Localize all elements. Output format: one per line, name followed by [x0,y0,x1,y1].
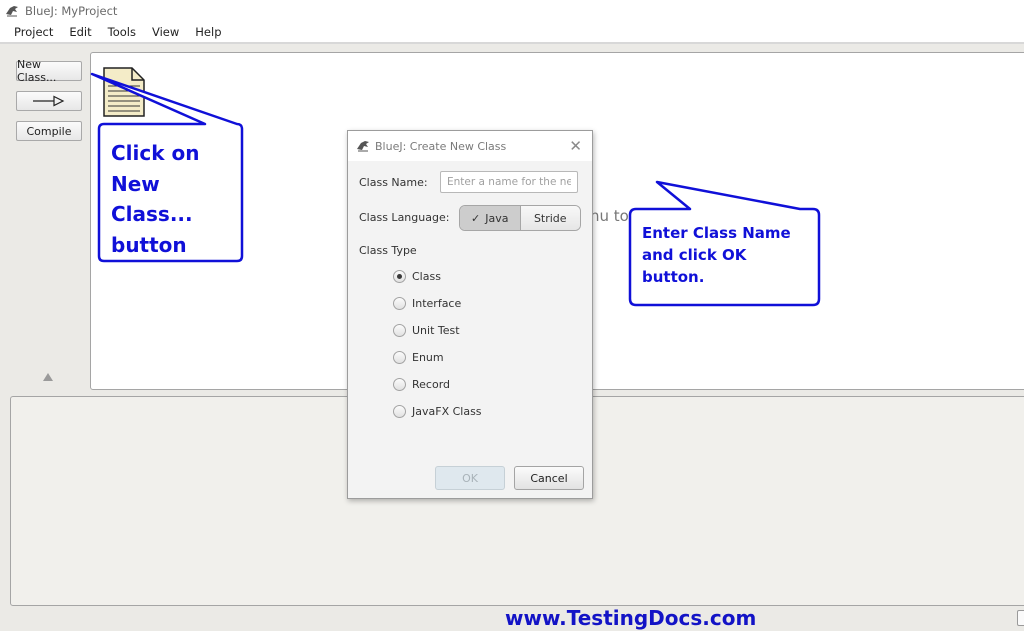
menu-help[interactable]: Help [187,25,229,39]
title-bar: BlueJ: MyProject [0,0,1024,22]
class-type-javafx[interactable]: JavaFX Class [393,405,482,418]
class-name-label: Class Name: [359,176,428,189]
class-type-enum[interactable]: Enum [393,351,444,364]
checkmark-icon: ✓ [471,211,481,225]
left-callout-text: Click on New Class... button [111,141,200,257]
class-language-toggle: ✓ Java Stride [459,205,581,231]
language-stride-option[interactable]: Stride [520,206,580,230]
close-icon[interactable]: ✕ [569,137,582,155]
radio-icon[interactable] [393,405,406,418]
ok-button[interactable]: OK [435,466,505,490]
class-type-record[interactable]: Record [393,378,450,391]
class-name-input[interactable] [440,171,578,193]
class-type-class[interactable]: Class [393,270,441,283]
bluej-bird-icon [5,5,19,17]
new-class-button[interactable]: New Class... [16,58,82,84]
readme-document-icon[interactable] [102,66,146,118]
status-indicator-icon [1017,610,1024,626]
class-language-label: Class Language: [359,211,450,224]
class-type-interface[interactable]: Interface [393,297,461,310]
cancel-button[interactable]: Cancel [514,466,584,490]
menu-tools[interactable]: Tools [100,25,144,39]
menu-edit[interactable]: Edit [61,25,99,39]
class-type-unit-test[interactable]: Unit Test [393,324,460,337]
dialog-title-bar: BlueJ: Create New Class ✕ [348,131,592,161]
dialog-title: BlueJ: Create New Class [375,139,507,153]
menu-bar: Project Edit Tools View Help [0,22,1024,42]
language-java-option[interactable]: ✓ Java [460,206,521,230]
compile-button[interactable]: Compile [16,121,82,141]
class-type-label: Class Type [359,244,417,257]
create-new-class-dialog: BlueJ: Create New Class ✕ Class Name: Cl… [347,130,593,499]
right-callout-text: Enter Class Name and click OK button. [642,224,791,286]
menu-project[interactable]: Project [0,25,61,39]
radio-icon[interactable] [393,324,406,337]
radio-icon[interactable] [393,378,406,391]
menu-divider [0,42,1024,44]
arrow-icon [33,95,65,107]
radio-icon[interactable] [393,351,406,364]
new-inherits-arrow-button[interactable] [16,91,82,111]
menu-view[interactable]: View [144,25,187,39]
radio-icon[interactable] [393,297,406,310]
collapse-triangle-icon[interactable] [43,373,53,381]
footer-watermark: www.TestingDocs.com [505,606,757,630]
radio-checked-icon[interactable] [393,270,406,283]
diagram-hint-text: nu to [590,207,629,225]
window-title: BlueJ: MyProject [25,4,118,18]
bluej-bird-icon [356,140,370,152]
